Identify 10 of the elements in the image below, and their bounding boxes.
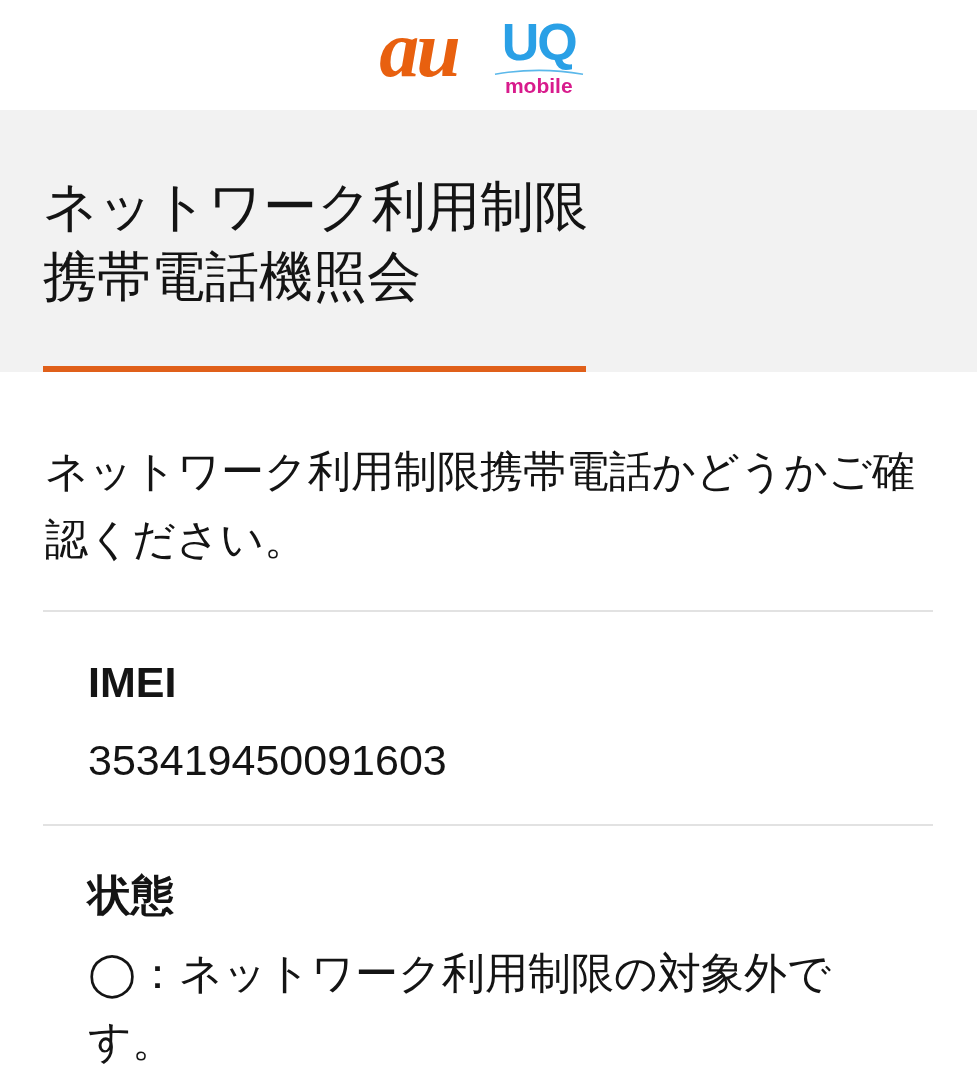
detail-label: 状態 xyxy=(88,870,175,921)
logo-text: au xyxy=(379,9,458,89)
description-text: ネットワーク利用制限携帯電話かどうかご確認ください。 xyxy=(44,446,916,565)
detail-value: 353419450091603 xyxy=(88,735,448,786)
detail-value: ◯：ネットワーク利用制限の対象外です。 xyxy=(88,948,832,1067)
logo-text: UQ xyxy=(501,16,576,68)
detail-label: IMEI xyxy=(88,657,178,708)
swoosh-icon xyxy=(493,69,584,75)
logo-subtext: mobile xyxy=(504,75,573,96)
page-title: ネットワーク利用制限 携帯電話機照会 xyxy=(43,175,586,308)
